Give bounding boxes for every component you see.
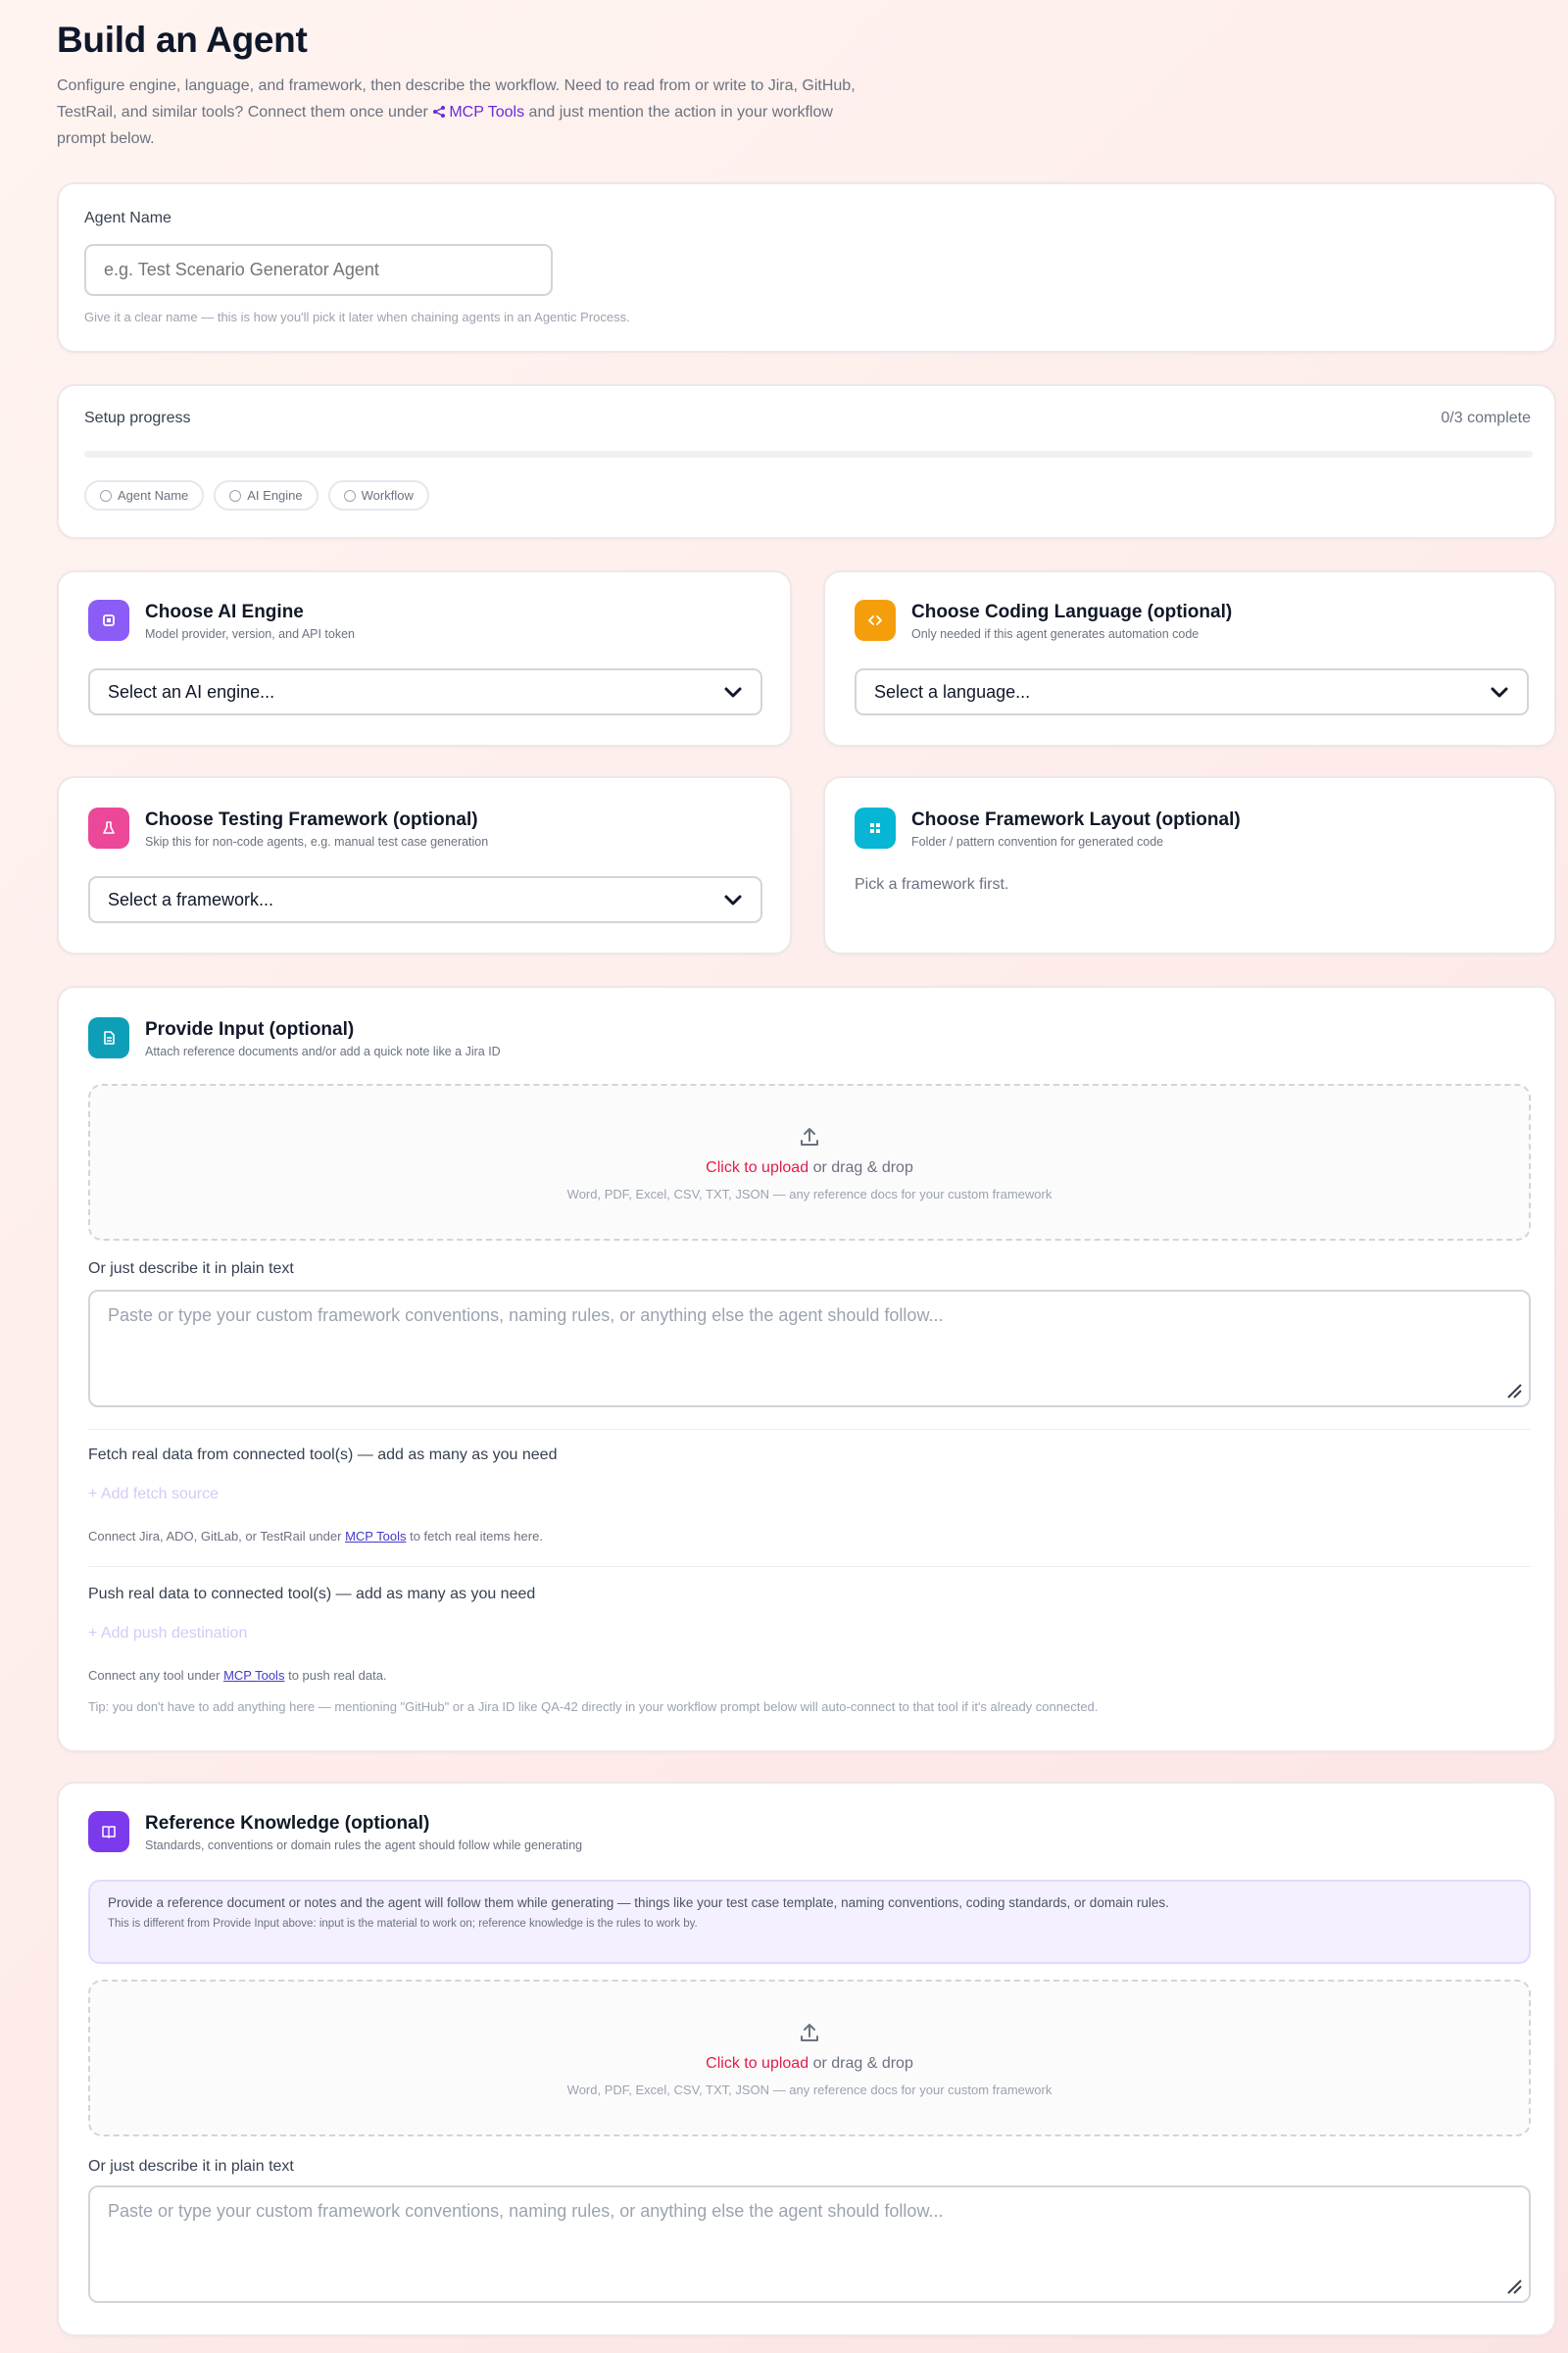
setup-progress-status: 0/3 complete <box>1441 410 1531 426</box>
click-to-upload-link[interactable]: Click to upload <box>706 2055 808 2072</box>
push-hint-end: to push real data. <box>288 1668 387 1683</box>
setup-steps: Agent Name AI Engine Workflow <box>84 480 439 511</box>
testing-framework-title: Choose Testing Framework (optional) <box>145 809 478 830</box>
chevron-down-icon <box>724 687 742 698</box>
setup-progress-label: Setup progress <box>84 410 191 426</box>
dropzone-formats: Word, PDF, Excel, CSV, TXT, JSON — any r… <box>566 1186 1053 1201</box>
step-pill-label: Workflow <box>361 488 414 503</box>
intro-mcp-link[interactable]: MCP Tools <box>432 104 528 121</box>
agent-name-input[interactable] <box>84 244 553 296</box>
fetch-mcp-tools-link[interactable]: MCP Tools <box>345 1529 406 1544</box>
code-icon <box>855 600 896 641</box>
step-pill-workflow: Workflow <box>327 480 429 511</box>
push-mcp-tools-link[interactable]: MCP Tools <box>223 1668 284 1683</box>
drag-drop-text: or drag & drop <box>812 1158 913 1176</box>
divider <box>88 1429 1531 1430</box>
coding-language-card: Choose Coding Language (optional) Only n… <box>823 570 1556 747</box>
book-icon <box>88 1811 129 1852</box>
dropzone-cta: Click to upload or drag & drop <box>706 1159 913 1177</box>
step-pill-ai-engine: AI Engine <box>214 480 318 511</box>
page-intro: Configure engine, language, and framewor… <box>57 73 880 152</box>
provide-input-title: Provide Input (optional) <box>145 1019 355 1040</box>
fetch-hint: Connect Jira, ADO, GitLab, or TestRail u… <box>88 1529 543 1544</box>
reference-text-label: Or just describe it in plain text <box>88 2158 294 2175</box>
provide-input-textarea-placeholder: Paste or type your custom framework conv… <box>108 1305 944 1325</box>
coding-language-title: Choose Coding Language (optional) <box>911 602 1233 622</box>
resize-handle-icon[interactable] <box>1505 2278 1523 2295</box>
step-pill-agent-name: Agent Name <box>84 480 205 511</box>
drag-drop-text: or drag & drop <box>812 2054 913 2072</box>
share-icon <box>433 106 446 118</box>
ai-engine-card: Choose AI Engine Model provider, version… <box>57 570 792 747</box>
reference-dropzone[interactable]: Click to upload or drag & drop Word, PDF… <box>88 1980 1531 2136</box>
fetch-hint-start: Connect Jira, ADO, GitLab, or TestRail u… <box>88 1529 342 1544</box>
circle-icon <box>229 489 242 502</box>
provide-input-textarea[interactable]: Paste or type your custom framework conv… <box>88 1290 1531 1407</box>
coding-language-select-value: Select a language... <box>874 681 1031 702</box>
reference-info-box: Provide a reference document or notes an… <box>88 1880 1531 1964</box>
coding-language-select[interactable]: Select a language... <box>855 668 1529 715</box>
agent-name-label: Agent Name <box>84 210 172 226</box>
push-hint-start: Connect any tool under <box>88 1668 220 1683</box>
push-hint: Connect any tool under MCP Tools to push… <box>88 1668 387 1683</box>
provide-input-dropzone[interactable]: Click to upload or drag & drop Word, PDF… <box>88 1084 1531 1241</box>
agent-name-card: Agent Name Give it a clear name — this i… <box>57 182 1556 353</box>
chevron-down-icon <box>724 895 742 906</box>
chip-icon <box>88 600 129 641</box>
framework-layout-empty: Pick a framework first. <box>855 876 1009 893</box>
testing-framework-subtitle: Skip this for non-code agents, e.g. manu… <box>145 835 489 849</box>
push-label: Push real data to connected tool(s) — ad… <box>88 1586 536 1602</box>
intro-mcp-link-label: MCP Tools <box>449 104 525 121</box>
framework-layout-card: Choose Framework Layout (optional) Folde… <box>823 776 1556 955</box>
fetch-hint-end: to fetch real items here. <box>410 1529 543 1544</box>
upload-icon <box>801 2023 818 2041</box>
divider <box>88 1566 1531 1567</box>
reference-title: Reference Knowledge (optional) <box>145 1813 430 1834</box>
tip-text: Tip: you don't have to add anything here… <box>88 1699 1099 1714</box>
circle-icon <box>343 489 356 502</box>
ai-engine-title: Choose AI Engine <box>145 602 304 622</box>
testing-framework-card: Choose Testing Framework (optional) Skip… <box>57 776 792 955</box>
add-fetch-source-button[interactable]: + Add fetch source <box>88 1486 219 1503</box>
add-push-destination-button[interactable]: + Add push destination <box>88 1625 247 1642</box>
grid-icon <box>855 808 896 849</box>
reference-subtitle: Standards, conventions or domain rules t… <box>145 1838 583 1852</box>
agent-name-hint: Give it a clear name — this is how you'l… <box>84 310 630 324</box>
page-title: Build an Agent <box>57 20 308 60</box>
provide-input-card: Provide Input (optional) Attach referenc… <box>57 986 1556 1752</box>
testing-framework-select[interactable]: Select a framework... <box>88 876 762 923</box>
setup-progress-bar <box>84 451 1533 458</box>
reference-textarea-placeholder: Paste or type your custom framework conv… <box>108 2201 944 2221</box>
framework-layout-title: Choose Framework Layout (optional) <box>911 809 1241 830</box>
fetch-label: Fetch real data from connected tool(s) —… <box>88 1446 558 1463</box>
reference-info-main: Provide a reference document or notes an… <box>108 1895 1169 1910</box>
resize-handle-icon[interactable] <box>1505 1382 1523 1399</box>
setup-progress-card: Setup progress 0/3 complete Agent Name A… <box>57 384 1556 539</box>
dropzone-formats: Word, PDF, Excel, CSV, TXT, JSON — any r… <box>566 2082 1053 2097</box>
ai-engine-select-value: Select an AI engine... <box>108 681 275 702</box>
coding-language-subtitle: Only needed if this agent generates auto… <box>911 627 1200 641</box>
upload-icon <box>801 1127 818 1146</box>
ai-engine-select[interactable]: Select an AI engine... <box>88 668 762 715</box>
step-pill-label: Agent Name <box>118 488 189 503</box>
step-pill-label: AI Engine <box>247 488 303 503</box>
file-icon <box>88 1017 129 1058</box>
provide-input-text-label: Or just describe it in plain text <box>88 1260 294 1277</box>
circle-icon <box>100 489 112 502</box>
ai-engine-subtitle: Model provider, version, and API token <box>145 627 356 641</box>
reference-info-sub: This is different from Provide Input abo… <box>108 1918 698 1930</box>
chevron-down-icon <box>1491 687 1508 698</box>
flask-icon <box>88 808 129 849</box>
dropzone-cta: Click to upload or drag & drop <box>706 2055 913 2073</box>
reference-knowledge-card: Reference Knowledge (optional) Standards… <box>57 1782 1556 2336</box>
click-to-upload-link[interactable]: Click to upload <box>706 1159 808 1176</box>
reference-textarea[interactable]: Paste or type your custom framework conv… <box>88 2185 1531 2303</box>
testing-framework-select-value: Select a framework... <box>108 889 274 909</box>
provide-input-subtitle: Attach reference documents and/or add a … <box>145 1045 501 1058</box>
framework-layout-subtitle: Folder / pattern convention for generate… <box>911 835 1164 849</box>
